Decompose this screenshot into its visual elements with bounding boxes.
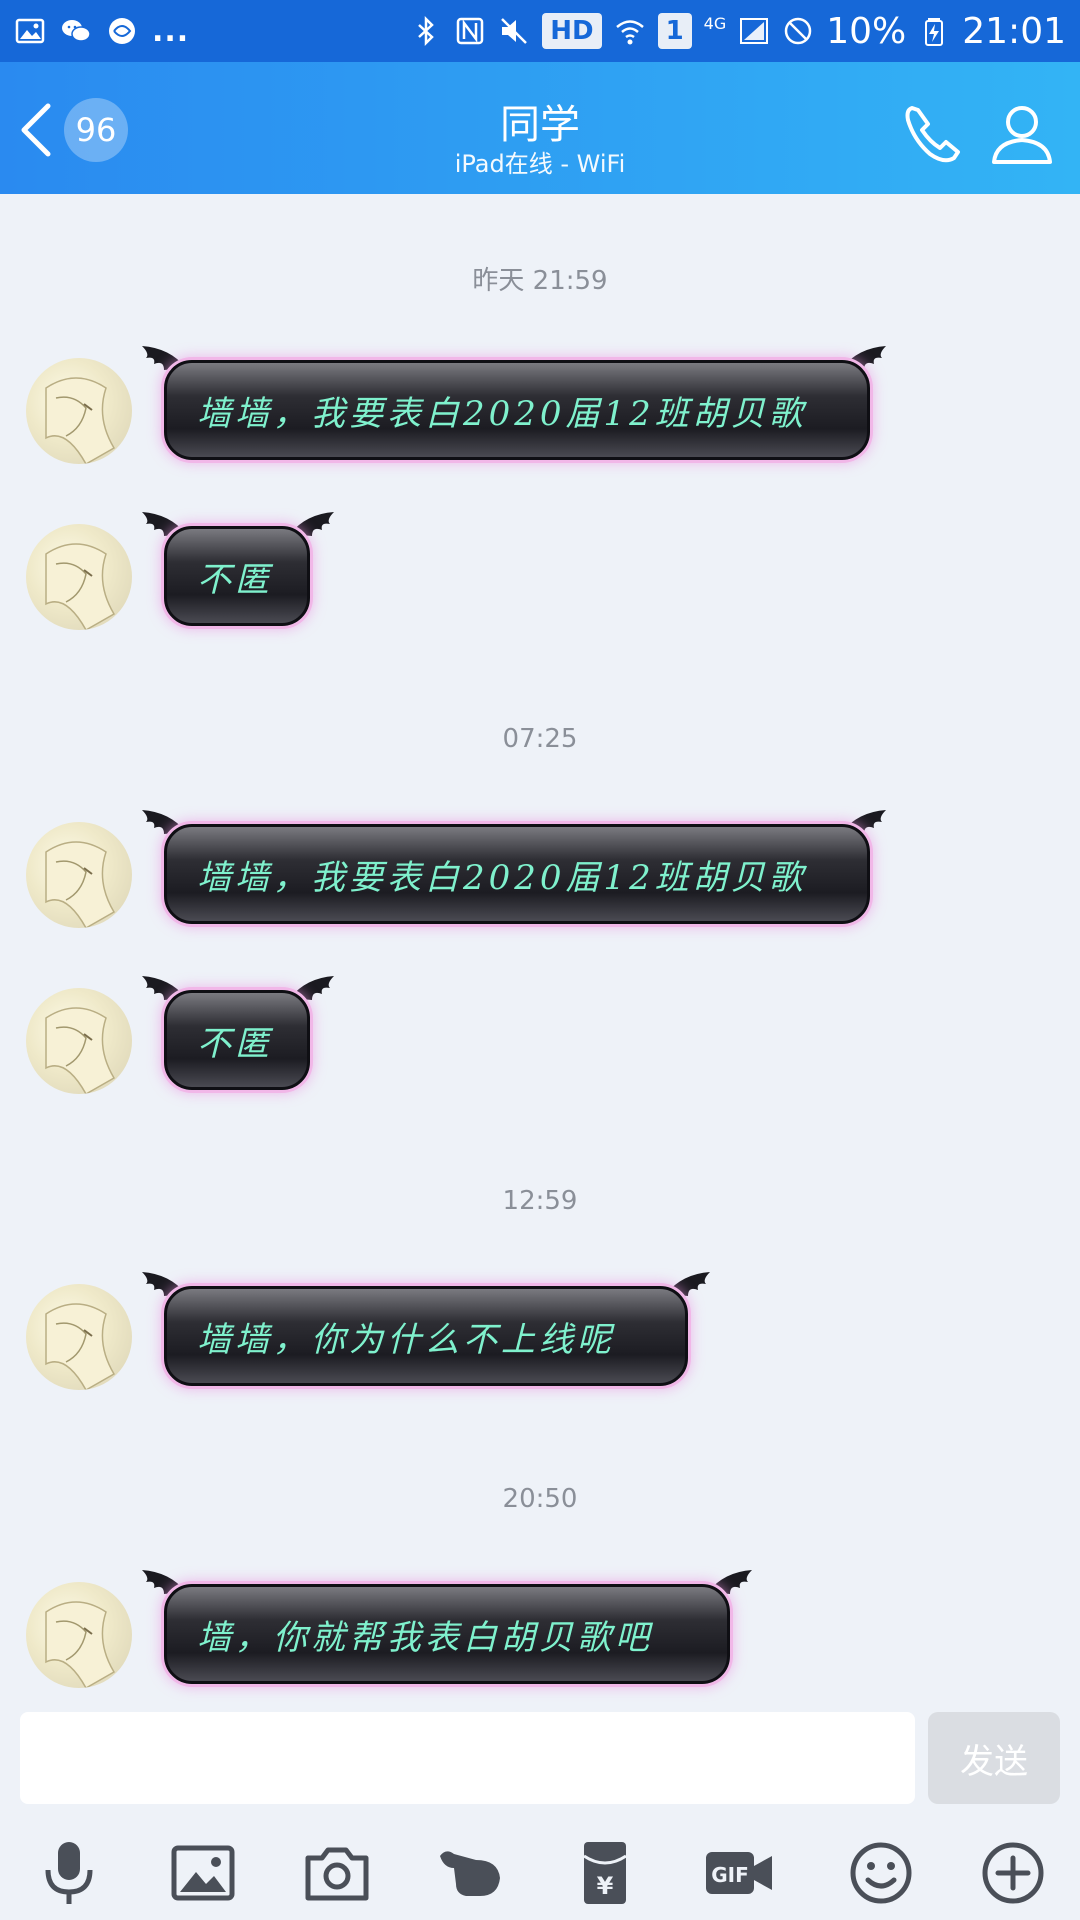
gif-button[interactable]: GIF [704,1838,774,1908]
yen-label: ¥ [597,1872,614,1900]
contact-avatar[interactable] [26,988,132,1094]
clock: 21:01 [962,10,1066,52]
status-bar-right: HD 1 4G 10% 21:01 [410,11,1066,52]
more-button[interactable] [978,1838,1048,1908]
contact-avatar[interactable] [26,358,132,464]
phone-icon [905,106,960,163]
send-button[interactable]: 发送 [928,1712,1060,1804]
image-icon [171,1845,235,1901]
timestamp: 12:59 [502,1186,578,1216]
message-bubble[interactable]: 墙墙，我要表白2020届12班胡贝歌 [140,806,890,930]
poke-button[interactable] [436,1838,506,1908]
message-bubble[interactable]: 不匿 [140,972,336,1096]
mute-icon [498,15,530,47]
signal-icon [738,15,770,47]
gallery-notification-icon [14,15,46,47]
message-input[interactable] [20,1712,915,1804]
message-text: 墙墙，我要表白2020届12班胡贝歌 [164,824,870,924]
qq-notification-icon [106,15,138,47]
emoji-icon [850,1842,912,1904]
nfc-icon [454,15,486,47]
red-packet-icon: ¥ [583,1842,627,1904]
message-text: 不匿 [164,990,310,1090]
more-notifications: ... [152,13,190,49]
call-button[interactable] [896,98,968,170]
message-text: 墙墙，我要表白2020届12班胡贝歌 [164,360,870,460]
battery-icon [918,15,950,47]
red-packet-button[interactable]: ¥ [570,1838,640,1908]
timestamp: 07:25 [502,724,578,754]
do-not-disturb-icon [782,15,814,47]
poke-icon [440,1851,500,1896]
hd-badge: HD [542,13,602,49]
emoji-button[interactable] [846,1838,916,1908]
battery-percent: 10% [826,10,907,52]
status-bar-left: ... [14,14,189,49]
camera-icon [305,1847,369,1901]
image-button[interactable] [168,1838,238,1908]
message-text: 不匿 [164,526,310,626]
message-bubble[interactable]: 不匿 [140,508,336,632]
network-type: 4G [703,13,727,33]
wifi-icon [614,15,646,47]
chat-messages[interactable]: 昨天 21:59 墙墙，我要表白2020届12班胡贝歌 不匿 07:25 墙墙，… [0,194,1080,1714]
message-text: 墙墙，你为什么不上线呢 [164,1286,688,1386]
plus-icon [982,1842,1044,1904]
contact-avatar[interactable] [26,1582,132,1688]
gif-label: GIF [711,1863,749,1887]
microphone-icon [45,1842,93,1904]
input-toolbar: ¥ GIF [0,1820,1080,1920]
sim-badge: 1 [657,13,692,49]
contact-avatar[interactable] [26,822,132,928]
wechat-notification-icon [60,15,92,47]
profile-button[interactable] [986,98,1058,170]
message-bubble[interactable]: 墙墙，我要表白2020届12班胡贝歌 [140,342,890,466]
contact-avatar[interactable] [26,524,132,630]
timestamp: 20:50 [502,1484,578,1514]
timestamp: 昨天 21:59 [472,266,608,296]
status-bar: ... HD 1 4G 10% 21:01 [0,0,1080,62]
message-bubble[interactable]: 墙，你就帮我表白胡贝歌吧 [140,1566,754,1690]
user-icon [992,106,1052,164]
gif-icon: GIF [706,1852,772,1894]
message-text: 墙，你就帮我表白胡贝歌吧 [164,1584,730,1684]
bluetooth-icon [410,15,442,47]
chat-header: 96 同学 iPad在线 - WiFi [0,62,1080,194]
microphone-button[interactable] [34,1838,104,1908]
contact-avatar[interactable] [26,1284,132,1390]
camera-button[interactable] [302,1838,372,1908]
message-bubble[interactable]: 墙墙，你为什么不上线呢 [140,1268,712,1392]
